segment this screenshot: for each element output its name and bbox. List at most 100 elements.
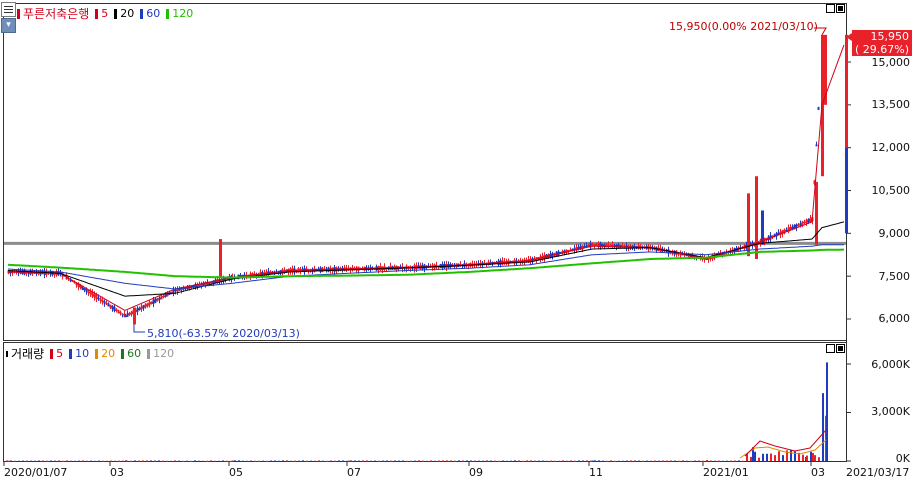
volume-bar xyxy=(410,460,412,462)
volume-bar xyxy=(574,460,576,462)
x-tick: 03 xyxy=(110,466,124,479)
volume-bar xyxy=(674,460,676,462)
volume-bar xyxy=(818,457,820,461)
volume-bar xyxy=(374,460,376,462)
volume-bar xyxy=(62,460,64,462)
maximize-volume-panel-icon[interactable] xyxy=(836,344,845,353)
settings-icon[interactable] xyxy=(1,2,16,17)
candle-body xyxy=(113,306,116,312)
volume-bar xyxy=(778,451,780,461)
volume-bar xyxy=(770,453,772,461)
volume-bar xyxy=(394,460,396,462)
candle-body xyxy=(85,289,88,292)
volume-bar xyxy=(530,460,532,462)
volume-bar xyxy=(666,460,668,462)
volume-bar xyxy=(670,460,672,462)
volume-bar xyxy=(682,460,684,462)
candle-spike xyxy=(761,210,764,245)
candlesticks xyxy=(7,34,848,325)
volume-bar xyxy=(14,460,16,462)
volume-bar xyxy=(166,460,168,462)
candle-spike xyxy=(219,239,222,278)
volume-bar xyxy=(186,460,188,462)
candle-body xyxy=(111,305,114,310)
ma60-label: 60 xyxy=(146,7,161,20)
volume-bar xyxy=(338,460,340,462)
volume-bar xyxy=(230,460,232,462)
candle-body xyxy=(138,307,141,311)
candle-body xyxy=(115,309,118,312)
x-tick: 11 xyxy=(589,466,603,479)
volume-bar xyxy=(198,460,200,462)
volume-bar xyxy=(232,460,234,462)
volume-bar xyxy=(146,460,148,462)
volume-bar xyxy=(710,460,712,462)
minimize-price-panel-icon[interactable] xyxy=(826,4,835,13)
volume-bar xyxy=(314,460,316,462)
candle-spike xyxy=(845,147,848,234)
minimize-volume-panel-icon[interactable] xyxy=(826,344,835,353)
volume-bar xyxy=(478,460,480,462)
vma20-swatch xyxy=(95,348,99,359)
volume-bar xyxy=(714,460,716,462)
volume-bar xyxy=(794,451,796,461)
volume-bar xyxy=(490,460,492,462)
candle-body xyxy=(807,219,810,223)
ma60-swatch xyxy=(140,8,144,19)
volume-bar xyxy=(610,460,612,462)
volume-bar xyxy=(54,460,56,462)
volume-bar xyxy=(646,460,648,462)
volume-bar xyxy=(174,460,176,462)
volume-bar xyxy=(762,453,764,461)
x-tick: 05 xyxy=(229,466,243,479)
volume-bar xyxy=(582,460,584,462)
stock-name: 푸른저축은행 xyxy=(23,7,90,21)
volume-y-tick: 6,000K xyxy=(871,358,910,371)
candle-body xyxy=(126,313,129,317)
candle-body xyxy=(158,297,161,300)
series-swatch xyxy=(17,8,20,19)
volume-bar xyxy=(630,460,632,462)
volume-bar xyxy=(310,460,312,462)
candle-body xyxy=(87,290,90,294)
volume-bar xyxy=(238,460,240,462)
candle-spike xyxy=(755,176,758,260)
volume-bar xyxy=(294,460,296,462)
volume-bar xyxy=(586,460,588,462)
volume-bar xyxy=(278,460,280,462)
volume-bar xyxy=(706,460,708,462)
volume-bar xyxy=(702,460,704,462)
y-tick: 9,000 xyxy=(878,227,911,240)
volume-swatch xyxy=(6,350,8,357)
candle-body xyxy=(156,298,159,301)
volume-bar xyxy=(618,460,620,462)
volume-bar xyxy=(518,460,520,462)
candle-body xyxy=(121,313,124,315)
candle-spike xyxy=(133,307,136,325)
volume-bar xyxy=(130,460,132,462)
volume-bar xyxy=(22,460,24,462)
candle-body xyxy=(109,304,112,308)
volume-bar xyxy=(742,460,744,462)
volume-bar xyxy=(606,460,608,462)
volume-bar xyxy=(286,460,288,462)
volume-bar xyxy=(486,460,488,462)
volume-bar xyxy=(58,460,60,462)
candle-body xyxy=(93,293,96,298)
volume-bar xyxy=(414,460,416,462)
volume-bar xyxy=(634,460,636,462)
candle-body xyxy=(162,295,165,298)
volume-bar xyxy=(802,454,804,461)
volume-bar xyxy=(450,460,452,462)
price-legend: 푸른저축은행 5 20 60 120 xyxy=(17,5,193,22)
volume-bar xyxy=(690,460,692,462)
volume-bar xyxy=(430,460,432,462)
volume-bar xyxy=(550,460,552,462)
candle-body xyxy=(591,243,594,246)
fold-icon[interactable]: ▾ xyxy=(1,18,16,33)
price-plot-frame xyxy=(3,3,847,341)
volume-bar xyxy=(246,460,248,462)
volume-bar xyxy=(426,460,428,462)
candle-body xyxy=(103,301,106,304)
maximize-price-panel-icon[interactable] xyxy=(836,4,845,13)
